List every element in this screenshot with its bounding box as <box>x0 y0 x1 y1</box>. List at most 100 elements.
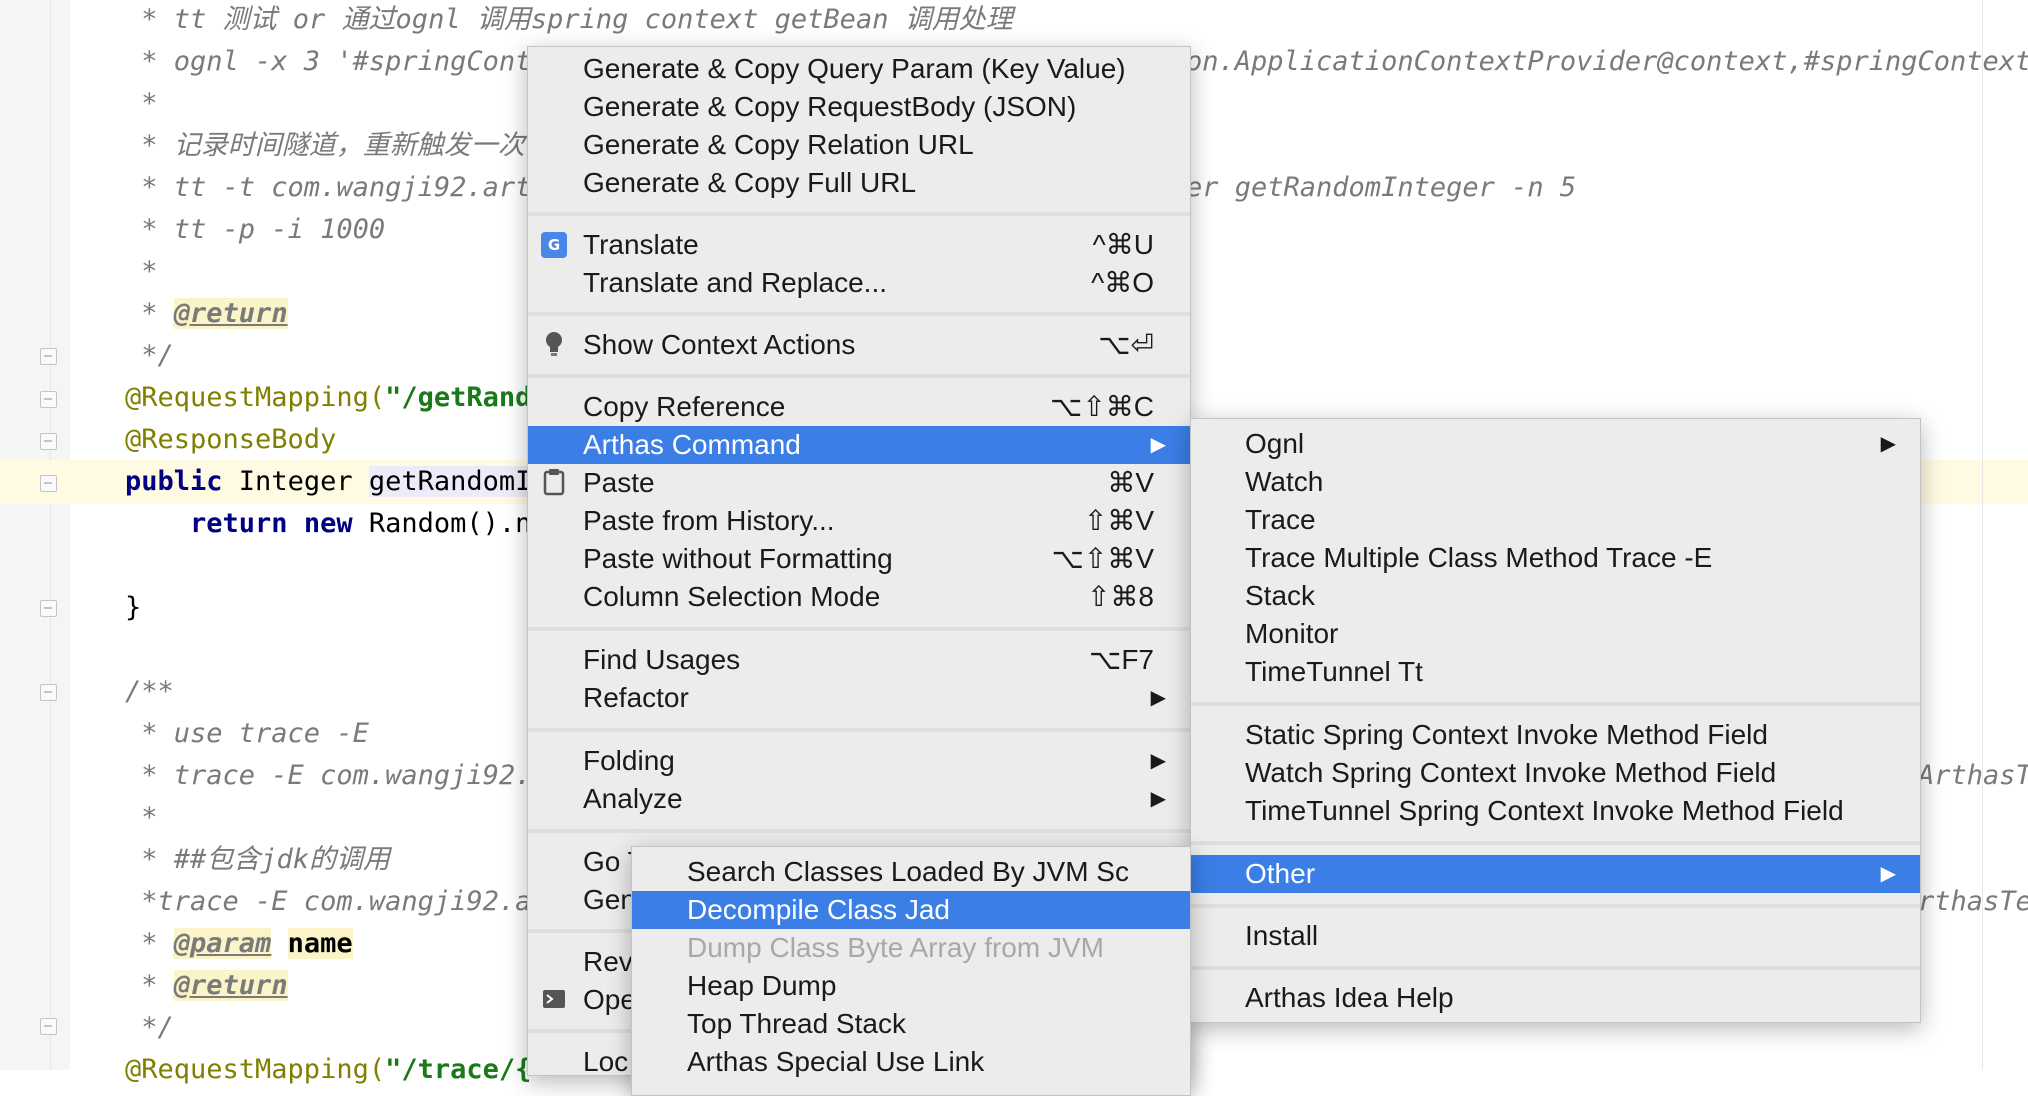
menu-item-label: Watch <box>1245 466 1324 497</box>
code-line: * ##包含jdk的调用 <box>125 844 391 875</box>
menu-item-show-context-actions[interactable]: Show Context Actions ⌥⏎ <box>528 326 1190 364</box>
code-line: * tt -p -i 1000 <box>125 214 386 245</box>
code-line: *trace -E com.wangji92.a <box>125 886 532 917</box>
terminal-icon <box>543 990 565 1008</box>
menu-item-paste[interactable]: Paste ⌘V <box>528 464 1190 502</box>
menu-item-label: Paste without Formatting <box>583 543 893 574</box>
code-line-tail: er getRandomInteger -n 5 <box>1186 172 1577 203</box>
arthas-submenu: Ognl ▶ Watch Trace Trace Multiple Class … <box>1190 418 1921 1023</box>
submenu-item-heap-dump[interactable]: Heap Dump <box>632 967 1190 1005</box>
menu-item-label: Paste from History... <box>583 505 835 536</box>
menu-item-folding[interactable]: Folding ▶ <box>528 742 1190 780</box>
submenu-item-other[interactable]: Other ▶ <box>1191 855 1920 893</box>
menu-item-translate-replace[interactable]: Translate and Replace... ^⌘O <box>528 264 1190 302</box>
menu-item-label: Search Classes Loaded By JVM Sc <box>687 856 1129 887</box>
code-line-tail: rthasTe <box>1918 886 2028 917</box>
code-line: * tt -t com.wangji92.art <box>125 172 532 203</box>
lightbulb-icon <box>546 332 562 356</box>
submenu-item-timetunnel[interactable]: TimeTunnel Tt <box>1191 653 1920 691</box>
menu-separator <box>528 312 1190 316</box>
submenu-item-install[interactable]: Install <box>1191 917 1920 955</box>
code-token: * <box>125 928 174 959</box>
submenu-item-trace[interactable]: Trace <box>1191 501 1920 539</box>
menu-item-copy-reference[interactable]: Copy Reference ⌥⇧⌘C <box>528 388 1190 426</box>
keyword-token: new <box>303 508 353 539</box>
menu-item-label: Generate & Copy Relation URL <box>583 129 974 160</box>
code-line: * @return <box>125 296 288 332</box>
menu-item-label: Top Thread Stack <box>687 1008 906 1039</box>
menu-item-shortcut: ⌥F7 <box>1089 644 1154 675</box>
submenu-item-monitor[interactable]: Monitor <box>1191 615 1920 653</box>
menu-item-generate-relation-url[interactable]: Generate & Copy Relation URL <box>528 126 1190 164</box>
submenu-item-ognl[interactable]: Ognl ▶ <box>1191 425 1920 463</box>
code-line: } <box>125 592 142 623</box>
menu-item-label: Paste <box>583 467 655 498</box>
menu-item-generate-query-param[interactable]: Generate & Copy Query Param (Key Value) <box>528 50 1190 88</box>
submenu-item-dump-class: Dump Class Byte Array from JVM <box>632 929 1190 967</box>
menu-item-label: Rev <box>583 946 633 977</box>
menu-item-label: Watch Spring Context Invoke Method Field <box>1245 757 1777 788</box>
menu-separator <box>1191 841 1920 845</box>
code-line: * 记录时间隧道，重新触发一次 <box>125 130 525 161</box>
javadoc-return-tag: @return <box>173 298 288 329</box>
submenu-arrow-icon: ▶ <box>1150 788 1166 810</box>
menu-separator <box>528 212 1190 216</box>
other-submenu: Search Classes Loaded By JVM Sc Decompil… <box>631 846 1191 1096</box>
method-name-token: getRandomI <box>368 466 532 497</box>
submenu-arrow-icon: ▶ <box>1150 750 1166 772</box>
menu-item-label: Column Selection Mode <box>583 581 881 612</box>
code-line-tail: ArthasT <box>1918 760 2028 791</box>
clipboard-icon <box>543 469 565 496</box>
javadoc-param-tag: @param <box>173 928 272 959</box>
submenu-item-watch[interactable]: Watch <box>1191 463 1920 501</box>
code-line: * <box>125 88 158 119</box>
menu-item-column-selection[interactable]: Column Selection Mode ⇧⌘8 <box>528 578 1190 616</box>
submenu-item-timetunnel-spring-invoke[interactable]: TimeTunnel Spring Context Invoke Method … <box>1191 792 1920 830</box>
menu-separator <box>1191 702 1920 706</box>
menu-item-translate[interactable]: G Translate ^⌘U <box>528 226 1190 264</box>
menu-item-label: Ognl <box>1245 428 1305 459</box>
submenu-item-top-thread-stack[interactable]: Top Thread Stack <box>632 1005 1190 1043</box>
menu-item-generate-request-body[interactable]: Generate & Copy RequestBody (JSON) <box>528 88 1190 126</box>
menu-item-arthas-command[interactable]: Arthas Command ▶ <box>528 426 1190 464</box>
menu-item-label: Monitor <box>1245 618 1339 649</box>
submenu-arrow-icon: ▶ <box>1880 863 1896 885</box>
menu-item-label: Generate & Copy RequestBody (JSON) <box>583 91 1077 122</box>
submenu-item-special-use-link[interactable]: Arthas Special Use Link <box>632 1043 1190 1081</box>
submenu-item-decompile-jad[interactable]: Decompile Class Jad <box>632 891 1190 929</box>
submenu-arrow-icon: ▶ <box>1880 433 1896 455</box>
menu-item-label: Install <box>1245 920 1319 951</box>
submenu-arrow-icon: ▶ <box>1150 434 1166 456</box>
menu-item-label: TimeTunnel Spring Context Invoke Method … <box>1245 795 1844 826</box>
menu-item-label: Translate and Replace... <box>583 267 888 298</box>
submenu-item-watch-spring-invoke[interactable]: Watch Spring Context Invoke Method Field <box>1191 754 1920 792</box>
code-line: */ <box>125 340 174 371</box>
menu-item-paste-history[interactable]: Paste from History... ⇧⌘V <box>528 502 1190 540</box>
menu-separator <box>1191 904 1920 908</box>
keyword-token: public <box>125 466 223 497</box>
menu-item-label: Refactor <box>583 682 689 713</box>
menu-item-shortcut: ⌥⇧⌘C <box>1050 391 1154 422</box>
menu-item-label: Gen <box>583 884 636 915</box>
menu-item-label: Dump Class Byte Array from JVM <box>687 932 1104 963</box>
code-token: * <box>125 298 174 329</box>
menu-item-analyze[interactable]: Analyze ▶ <box>528 780 1190 818</box>
menu-separator <box>528 627 1190 631</box>
menu-item-label: Generate & Copy Full URL <box>583 167 917 198</box>
submenu-item-stack[interactable]: Stack <box>1191 577 1920 615</box>
code-line: @RequestMapping("/trace/{ <box>125 1052 531 1088</box>
menu-item-refactor[interactable]: Refactor ▶ <box>528 679 1190 717</box>
menu-item-label: Ope <box>583 984 636 1015</box>
submenu-item-static-spring-invoke[interactable]: Static Spring Context Invoke Method Fiel… <box>1191 716 1920 754</box>
menu-item-paste-without-formatting[interactable]: Paste without Formatting ⌥⇧⌘V <box>528 540 1190 578</box>
submenu-item-trace-multiple[interactable]: Trace Multiple Class Method Trace -E <box>1191 539 1920 577</box>
menu-item-shortcut: ⌘V <box>1107 467 1154 498</box>
code-line: * <box>125 802 158 833</box>
menu-item-find-usages[interactable]: Find Usages ⌥F7 <box>528 641 1190 679</box>
menu-item-generate-full-url[interactable]: Generate & Copy Full URL <box>528 164 1190 202</box>
menu-separator <box>528 728 1190 732</box>
menu-item-label: Arthas Command <box>583 429 801 460</box>
submenu-item-arthas-help[interactable]: Arthas Idea Help <box>1191 979 1920 1017</box>
code-line: * <box>125 256 158 287</box>
submenu-item-search-classes[interactable]: Search Classes Loaded By JVM Sc <box>632 853 1190 891</box>
